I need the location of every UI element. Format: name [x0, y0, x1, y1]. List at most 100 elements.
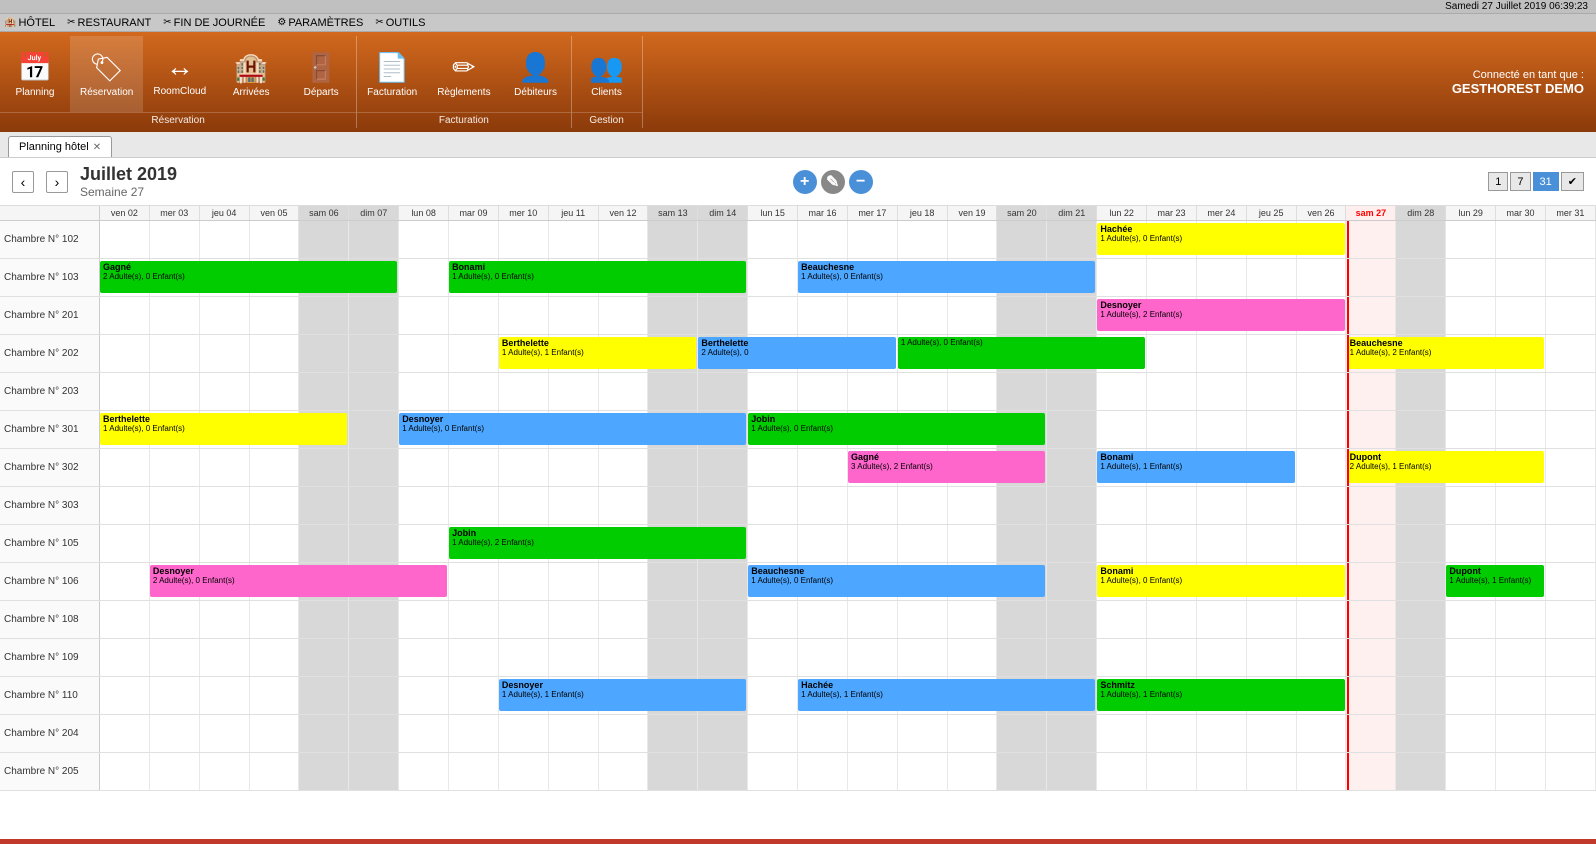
reservation-201-Desnoyer[interactable]: Desnoyer1 Adulte(s), 2 Enfant(s)	[1097, 299, 1344, 331]
cell-105-26[interactable]	[1297, 525, 1347, 562]
toolbar-debiteurs[interactable]: 👤 Débiteurs	[501, 36, 571, 112]
menu-parametres[interactable]: ⚙ PARAMÈTRES	[277, 17, 363, 29]
cell-203-07[interactable]	[349, 373, 399, 410]
cell-201-07[interactable]	[349, 297, 399, 334]
cell-108-12[interactable]	[599, 601, 649, 638]
cell-303-22[interactable]	[1097, 487, 1147, 524]
cell-110-05[interactable]	[250, 677, 300, 714]
cell-203-29[interactable]	[1446, 373, 1496, 410]
cell-109-08[interactable]	[399, 639, 449, 676]
reservation-302-Dupont[interactable]: Dupont2 Adulte(s), 1 Enfant(s)	[1347, 451, 1544, 483]
cell-201-05[interactable]	[250, 297, 300, 334]
toolbar-reglements[interactable]: ✏ Règlements	[427, 36, 500, 112]
reservation-302-Bonami[interactable]: Bonami1 Adulte(s), 1 Enfant(s)	[1097, 451, 1294, 483]
reservation-102-Hachée[interactable]: Hachée1 Adulte(s), 0 Enfant(s)	[1097, 223, 1344, 255]
cell-303-27[interactable]	[1346, 487, 1396, 524]
cell-102-28[interactable]	[1396, 221, 1446, 258]
cell-204-07[interactable]	[349, 715, 399, 752]
cell-204-28[interactable]	[1396, 715, 1446, 752]
cell-110-30[interactable]	[1496, 677, 1546, 714]
cell-103-31[interactable]	[1546, 259, 1596, 296]
cell-205-26[interactable]	[1297, 753, 1347, 790]
cell-105-18[interactable]	[898, 525, 948, 562]
cell-205-28[interactable]	[1396, 753, 1446, 790]
cell-103-26[interactable]	[1297, 259, 1347, 296]
cell-204-21[interactable]	[1047, 715, 1097, 752]
tab-close-icon[interactable]: ✕	[93, 142, 101, 153]
cell-108-29[interactable]	[1446, 601, 1496, 638]
cell-110-02[interactable]	[100, 677, 150, 714]
cell-103-23[interactable]	[1147, 259, 1197, 296]
reservation-301-Jobin[interactable]: Jobin1 Adulte(s), 0 Enfant(s)	[748, 413, 1045, 445]
cell-303-03[interactable]	[150, 487, 200, 524]
cell-106-13[interactable]	[648, 563, 698, 600]
cell-205-31[interactable]	[1546, 753, 1596, 790]
cell-105-20[interactable]	[997, 525, 1047, 562]
menu-hotel[interactable]: 🏨 HÔTEL	[4, 17, 55, 29]
cell-102-17[interactable]	[848, 221, 898, 258]
cell-103-25[interactable]	[1247, 259, 1297, 296]
cell-109-29[interactable]	[1446, 639, 1496, 676]
cell-105-29[interactable]	[1446, 525, 1496, 562]
reservation-106-Bonami[interactable]: Bonami1 Adulte(s), 0 Enfant(s)	[1097, 565, 1344, 597]
cell-102-04[interactable]	[200, 221, 250, 258]
cell-106-27[interactable]	[1346, 563, 1396, 600]
menu-outils[interactable]: ✂ OUTILS	[375, 17, 425, 29]
cell-203-20[interactable]	[997, 373, 1047, 410]
reservation-106-Desnoyer[interactable]: Desnoyer2 Adulte(s), 0 Enfant(s)	[150, 565, 447, 597]
cell-108-03[interactable]	[150, 601, 200, 638]
cell-303-07[interactable]	[349, 487, 399, 524]
cell-102-16[interactable]	[798, 221, 848, 258]
cell-204-29[interactable]	[1446, 715, 1496, 752]
cell-109-17[interactable]	[848, 639, 898, 676]
cell-203-21[interactable]	[1047, 373, 1097, 410]
cell-204-03[interactable]	[150, 715, 200, 752]
cell-205-05[interactable]	[250, 753, 300, 790]
cell-109-12[interactable]	[599, 639, 649, 676]
cell-203-23[interactable]	[1147, 373, 1197, 410]
cell-105-22[interactable]	[1097, 525, 1147, 562]
cell-303-29[interactable]	[1446, 487, 1496, 524]
room-cells-302[interactable]: Gagné3 Adulte(s), 2 Enfant(s)Bonami1 Adu…	[100, 449, 1596, 486]
cell-108-10[interactable]	[499, 601, 549, 638]
cell-204-02[interactable]	[100, 715, 150, 752]
toolbar-arrivees[interactable]: 🏨 Arrivées	[216, 36, 286, 112]
cell-204-05[interactable]	[250, 715, 300, 752]
cell-102-27[interactable]	[1346, 221, 1396, 258]
cell-302-13[interactable]	[648, 449, 698, 486]
cell-205-10[interactable]	[499, 753, 549, 790]
view-1-button[interactable]: 1	[1488, 172, 1508, 191]
cell-301-23[interactable]	[1147, 411, 1197, 448]
cell-103-08[interactable]	[399, 259, 449, 296]
cell-201-28[interactable]	[1396, 297, 1446, 334]
cell-108-02[interactable]	[100, 601, 150, 638]
cell-204-13[interactable]	[648, 715, 698, 752]
cell-205-19[interactable]	[948, 753, 998, 790]
cell-106-09[interactable]	[449, 563, 499, 600]
cell-302-12[interactable]	[599, 449, 649, 486]
cell-303-31[interactable]	[1546, 487, 1596, 524]
toolbar-departs[interactable]: 🚪 Départs	[286, 36, 356, 112]
cell-204-14[interactable]	[698, 715, 748, 752]
cell-204-17[interactable]	[848, 715, 898, 752]
cell-302-06[interactable]	[299, 449, 349, 486]
room-cells-202[interactable]: Berthelette1 Adulte(s), 1 Enfant(s)Berth…	[100, 335, 1596, 372]
cell-201-12[interactable]	[599, 297, 649, 334]
cell-201-31[interactable]	[1546, 297, 1596, 334]
cell-106-11[interactable]	[549, 563, 599, 600]
cell-109-22[interactable]	[1097, 639, 1147, 676]
reservation-103-Gagné[interactable]: Gagné2 Adulte(s), 0 Enfant(s)	[100, 261, 397, 293]
cell-202-09[interactable]	[449, 335, 499, 372]
cell-105-16[interactable]	[798, 525, 848, 562]
toolbar-reservation[interactable]: 🏷 Réservation	[70, 36, 143, 112]
cell-108-11[interactable]	[549, 601, 599, 638]
cell-103-27[interactable]	[1346, 259, 1396, 296]
cell-203-08[interactable]	[399, 373, 449, 410]
cell-302-07[interactable]	[349, 449, 399, 486]
cell-302-11[interactable]	[549, 449, 599, 486]
cell-102-15[interactable]	[748, 221, 798, 258]
cell-203-19[interactable]	[948, 373, 998, 410]
cell-303-09[interactable]	[449, 487, 499, 524]
cell-109-24[interactable]	[1197, 639, 1247, 676]
toolbar-roomcloud[interactable]: ↔ RoomCloud	[143, 36, 216, 112]
